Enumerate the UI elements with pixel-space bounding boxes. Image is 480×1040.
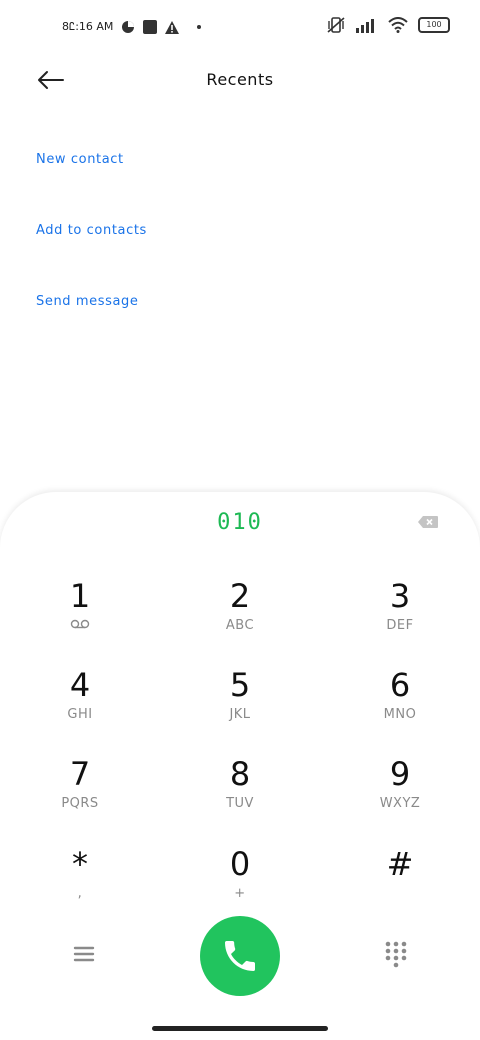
page-title: Recents [206,70,274,89]
key-digit: 0 [229,845,251,883]
signal-icon [356,19,374,33]
key-digit: 6 [389,666,411,704]
key-letters: MNO [383,707,417,722]
new-contact-link[interactable]: New contact [36,152,124,167]
dialed-number: 010 [217,510,263,535]
key-letters: GHI [67,707,93,722]
key-letters: + [234,886,246,901]
key-letters: WXYZ [379,796,421,811]
key-0[interactable]: 0 + [180,846,300,918]
key-9[interactable]: 9 WXYZ [340,756,460,828]
phone-icon [225,941,255,971]
key-6[interactable]: 6 MNO [340,667,460,739]
backspace-icon [418,516,438,528]
key-digit: * [72,845,88,883]
battery-icon: 100 [418,17,450,33]
status-time: 8Ꮭ:16 AM [62,20,114,33]
key-hash[interactable]: # [340,846,460,918]
key-digit: 1 [69,577,91,615]
key-7[interactable]: 7 PQRS [20,756,140,828]
key-8[interactable]: 8 TUV [180,756,300,828]
key-letters: , [77,886,83,901]
key-letters: TUV [226,796,254,811]
dialpad-icon [385,941,407,968]
key-2[interactable]: 2 ABC [180,578,300,650]
key-letters: ABC [225,618,255,633]
key-digit: 3 [389,577,411,615]
status-left: 8Ꮭ:16 AM [62,20,202,34]
key-letters: PQRS [61,796,99,811]
key-digit: 4 [69,666,91,704]
key-digit: 7 [69,755,91,793]
key-1[interactable]: 1 [20,578,140,650]
backspace-button[interactable] [416,512,440,532]
status-right: 100 [326,16,450,34]
key-3[interactable]: 3 DEF [340,578,460,650]
key-letters: JKL [229,707,251,722]
key-letters: DEF [386,618,414,633]
call-button[interactable] [200,916,280,996]
data-saver-icon [122,21,135,33]
key-star[interactable]: * , [20,846,140,918]
key-5[interactable]: 5 JKL [180,667,300,739]
send-message-link[interactable]: Send message [36,294,139,309]
vibrate-mute-icon [327,17,345,33]
more-notifications-dot-icon [197,25,202,29]
menu-button[interactable] [72,942,98,968]
key-4[interactable]: 4 GHI [20,667,140,739]
warning-icon [165,20,180,34]
menu-icon [73,946,95,962]
key-digit: 9 [389,755,411,793]
voicemail-icon [20,618,140,634]
key-digit: # [386,845,414,883]
notification-square-icon [143,20,158,34]
wifi-icon [388,17,408,33]
status-bar: 8Ꮭ:16 AM 100 [0,0,480,56]
home-indicator[interactable] [152,1026,328,1031]
key-digit: 5 [229,666,251,704]
key-digit: 8 [229,755,251,793]
key-digit: 2 [229,577,251,615]
add-to-contacts-link[interactable]: Add to contacts [36,223,147,238]
dialpad-toggle-button[interactable] [384,940,408,968]
